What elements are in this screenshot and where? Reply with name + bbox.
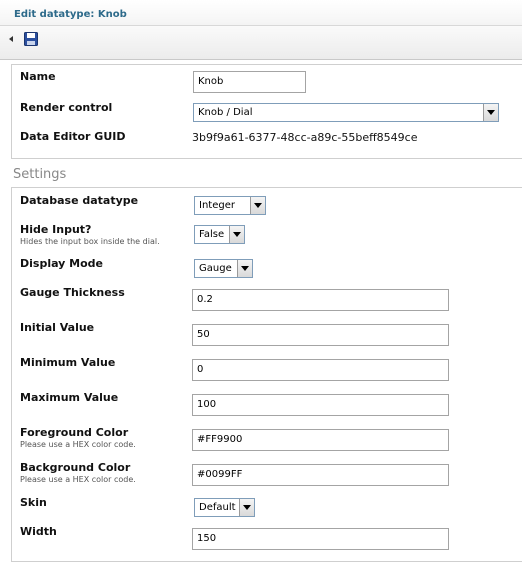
hide-input-value: False <box>199 229 225 240</box>
settings-title: Settings <box>13 167 67 182</box>
window-titlebar: Edit datatype: Knob <box>0 0 522 26</box>
name-input[interactable]: Knob <box>193 71 306 93</box>
render-control-select[interactable]: Knob / Dial <box>193 103 499 122</box>
arrow-left-icon[interactable] <box>9 36 13 42</box>
background-color-label: Background Color <box>20 461 131 474</box>
name-label: Name <box>20 70 56 83</box>
hide-input-select[interactable]: False <box>194 225 245 244</box>
initial-value-label: Initial Value <box>20 321 95 334</box>
render-control-label: Render control <box>20 101 113 114</box>
skin-label: Skin <box>20 496 47 509</box>
skin-value: Default <box>199 502 236 513</box>
db-type-label: Database datatype <box>20 194 139 207</box>
chevron-down-icon[interactable] <box>229 226 244 243</box>
background-color-desc: Please use a HEX color code. <box>20 475 136 484</box>
maximum-value-input[interactable]: 100 <box>192 394 449 416</box>
skin-select[interactable]: Default <box>194 498 255 517</box>
minimum-value-label: Minimum Value <box>20 356 116 369</box>
db-type-select[interactable]: Integer <box>194 196 266 215</box>
width-input[interactable]: 150 <box>192 528 449 550</box>
window-title: Edit datatype: Knob <box>14 9 127 20</box>
display-mode-value: Gauge <box>199 263 232 274</box>
foreground-color-input[interactable]: #FF9900 <box>192 429 449 451</box>
chevron-down-icon[interactable] <box>483 104 498 121</box>
guid-value: 3b9f9a61-6377-48cc-a89c-55beff8549ce <box>192 131 418 144</box>
save-icon[interactable] <box>24 32 38 46</box>
hide-input-desc: Hides the input box inside the dial. <box>20 237 160 246</box>
foreground-color-label: Foreground Color <box>20 426 129 439</box>
render-control-value: Knob / Dial <box>198 107 253 118</box>
gauge-thickness-label: Gauge Thickness <box>20 286 125 299</box>
hide-input-label: Hide Input? <box>20 223 92 236</box>
chevron-down-icon[interactable] <box>237 260 252 277</box>
db-type-value: Integer <box>199 200 235 211</box>
maximum-value-label: Maximum Value <box>20 391 119 404</box>
display-mode-label: Display Mode <box>20 257 104 270</box>
chevron-down-icon[interactable] <box>239 499 254 516</box>
toolbar <box>0 26 522 60</box>
gauge-thickness-input[interactable]: 0.2 <box>192 289 449 311</box>
foreground-color-desc: Please use a HEX color code. <box>20 440 136 449</box>
initial-value-input[interactable]: 50 <box>192 324 449 346</box>
guid-label: Data Editor GUID <box>20 130 126 143</box>
chevron-down-icon[interactable] <box>250 197 265 214</box>
display-mode-select[interactable]: Gauge <box>194 259 253 278</box>
background-color-input[interactable]: #0099FF <box>192 464 449 486</box>
width-label: Width <box>20 525 57 538</box>
minimum-value-input[interactable]: 0 <box>192 359 449 381</box>
